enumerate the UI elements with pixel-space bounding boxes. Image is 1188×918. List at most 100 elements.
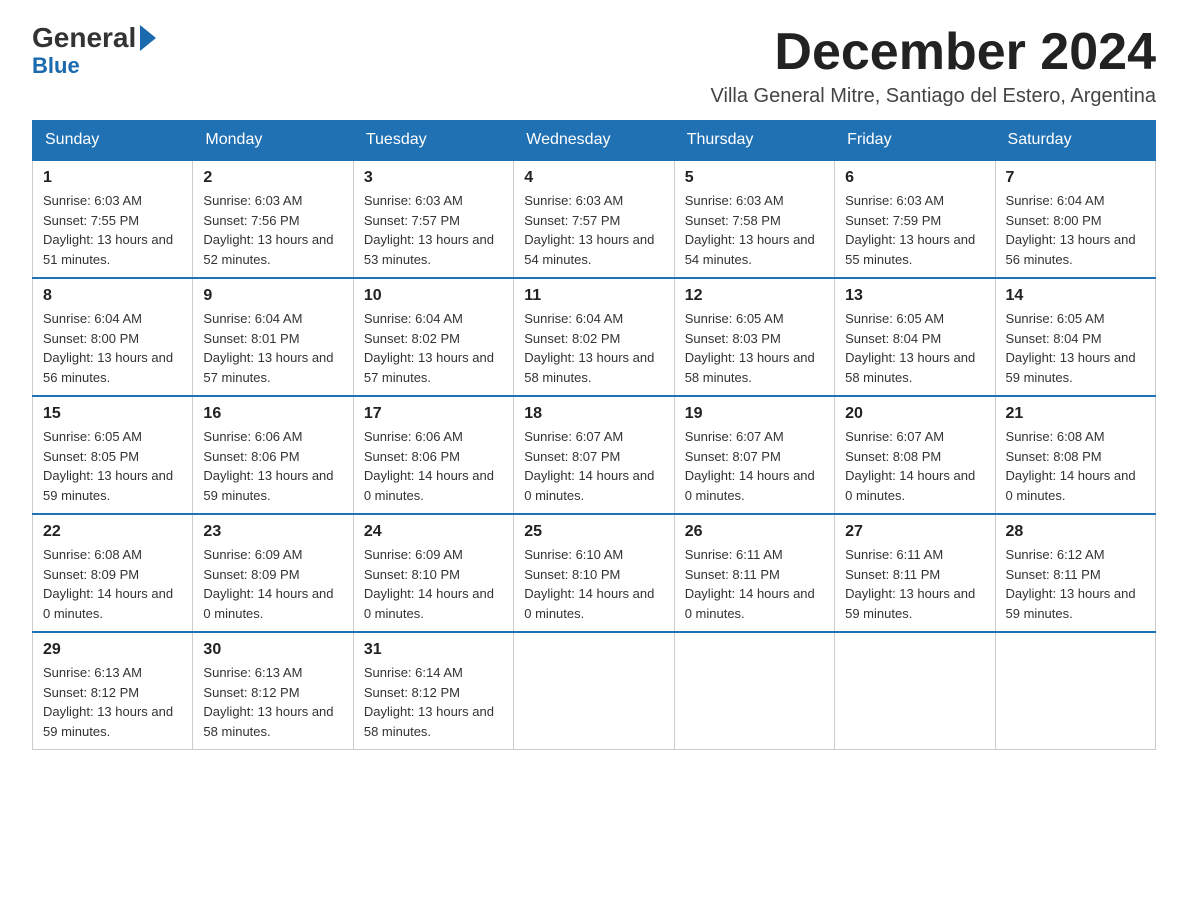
- location-subtitle: Villa General Mitre, Santiago del Estero…: [711, 85, 1156, 108]
- calendar-day-cell: 17 Sunrise: 6:06 AMSunset: 8:06 PMDayligh…: [353, 396, 513, 514]
- calendar-day-cell: 5Sunrise: 6:03 AMSunset: 7:58 PMDaylight…: [674, 160, 834, 278]
- logo: General Blue: [32, 24, 156, 77]
- day-number: 21: [1006, 405, 1145, 423]
- empty-cell: [835, 632, 995, 750]
- calendar-day-cell: 24Sunrise: 6:09 AMSunset: 8:10 PMDayligh…: [353, 514, 513, 632]
- title-area: December 2024 Villa General Mitre, Santi…: [711, 24, 1156, 108]
- day-info: Sunrise: 6:04 AMSunset: 8:01 PMDaylight:…: [203, 309, 342, 387]
- weekday-header-thursday: Thursday: [674, 121, 834, 161]
- day-number: 3: [364, 169, 503, 187]
- day-info: Sunrise: 6:05 AMSunset: 8:05 PMDaylight:…: [43, 427, 182, 505]
- calendar-day-cell: 10 Sunrise: 6:04 AMSunset: 8:02 PMDayligh…: [353, 278, 513, 396]
- day-info: Sunrise: 6:05 AMSunset: 8:03 PMDaylight:…: [685, 309, 824, 387]
- empty-cell: [674, 632, 834, 750]
- logo-general-text: General: [32, 24, 156, 53]
- day-number: 28: [1006, 523, 1145, 541]
- day-info: Sunrise: 6:08 AMSunset: 8:09 PMDaylight:…: [43, 545, 182, 623]
- day-number: 25: [524, 523, 663, 541]
- calendar-day-cell: 31 Sunrise: 6:14 AMSunset: 8:12 PMDayligh…: [353, 632, 513, 750]
- day-number: 1: [43, 169, 182, 187]
- weekday-header-row: SundayMondayTuesdayWednesdayThursdayFrid…: [33, 121, 1156, 161]
- calendar-day-cell: 14Sunrise: 6:05 AMSunset: 8:04 PMDayligh…: [995, 278, 1155, 396]
- calendar-day-cell: 15Sunrise: 6:05 AMSunset: 8:05 PMDayligh…: [33, 396, 193, 514]
- calendar-day-cell: 22 Sunrise: 6:08 AMSunset: 8:09 PMDayligh…: [33, 514, 193, 632]
- calendar-day-cell: 19 Sunrise: 6:07 AMSunset: 8:07 PMDayligh…: [674, 396, 834, 514]
- empty-cell: [514, 632, 674, 750]
- day-number: 12: [685, 287, 824, 305]
- calendar-day-cell: 12 Sunrise: 6:05 AMSunset: 8:03 PMDayligh…: [674, 278, 834, 396]
- day-info: Sunrise: 6:04 AMSunset: 8:02 PMDaylight:…: [364, 309, 503, 387]
- calendar-day-cell: 21 Sunrise: 6:08 AMSunset: 8:08 PMDayligh…: [995, 396, 1155, 514]
- day-number: 6: [845, 169, 984, 187]
- day-info: Sunrise: 6:11 AMSunset: 8:11 PMDaylight:…: [845, 545, 984, 623]
- day-number: 26: [685, 523, 824, 541]
- day-number: 30: [203, 641, 342, 659]
- day-info: Sunrise: 6:07 AMSunset: 8:07 PMDaylight:…: [685, 427, 824, 505]
- day-info: Sunrise: 6:05 AMSunset: 8:04 PMDaylight:…: [1006, 309, 1145, 387]
- day-info: Sunrise: 6:13 AMSunset: 8:12 PMDaylight:…: [43, 663, 182, 741]
- calendar-day-cell: 28Sunrise: 6:12 AMSunset: 8:11 PMDayligh…: [995, 514, 1155, 632]
- calendar-day-cell: 20 Sunrise: 6:07 AMSunset: 8:08 PMDayligh…: [835, 396, 995, 514]
- page-header: General Blue December 2024 Villa General…: [32, 24, 1156, 108]
- day-number: 16: [203, 405, 342, 423]
- calendar-header: SundayMondayTuesdayWednesdayThursdayFrid…: [33, 121, 1156, 161]
- day-number: 22: [43, 523, 182, 541]
- day-info: Sunrise: 6:07 AMSunset: 8:08 PMDaylight:…: [845, 427, 984, 505]
- calendar-week-row: 15Sunrise: 6:05 AMSunset: 8:05 PMDayligh…: [33, 396, 1156, 514]
- calendar-day-cell: 27 Sunrise: 6:11 AMSunset: 8:11 PMDayligh…: [835, 514, 995, 632]
- day-number: 5: [685, 169, 824, 187]
- day-info: Sunrise: 6:05 AMSunset: 8:04 PMDaylight:…: [845, 309, 984, 387]
- calendar-day-cell: 7Sunrise: 6:04 AMSunset: 8:00 PMDaylight…: [995, 160, 1155, 278]
- day-number: 10: [364, 287, 503, 305]
- day-info: Sunrise: 6:07 AMSunset: 8:07 PMDaylight:…: [524, 427, 663, 505]
- logo-arrow-icon: [140, 25, 156, 51]
- day-number: 8: [43, 287, 182, 305]
- day-number: 23: [203, 523, 342, 541]
- calendar-day-cell: 1 Sunrise: 6:03 AMSunset: 7:55 PMDaylight…: [33, 160, 193, 278]
- day-number: 9: [203, 287, 342, 305]
- calendar-day-cell: 13 Sunrise: 6:05 AMSunset: 8:04 PMDayligh…: [835, 278, 995, 396]
- day-number: 17: [364, 405, 503, 423]
- day-number: 7: [1006, 169, 1145, 187]
- calendar-day-cell: 4Sunrise: 6:03 AMSunset: 7:57 PMDaylight…: [514, 160, 674, 278]
- calendar-day-cell: 25 Sunrise: 6:10 AMSunset: 8:10 PMDayligh…: [514, 514, 674, 632]
- day-info: Sunrise: 6:06 AMSunset: 8:06 PMDaylight:…: [364, 427, 503, 505]
- day-info: Sunrise: 6:03 AMSunset: 7:55 PMDaylight:…: [43, 191, 182, 269]
- weekday-header-friday: Friday: [835, 121, 995, 161]
- day-number: 18: [524, 405, 663, 423]
- calendar-body: 1 Sunrise: 6:03 AMSunset: 7:55 PMDaylight…: [33, 160, 1156, 750]
- day-number: 4: [524, 169, 663, 187]
- day-number: 19: [685, 405, 824, 423]
- calendar-day-cell: 6 Sunrise: 6:03 AMSunset: 7:59 PMDaylight…: [835, 160, 995, 278]
- day-number: 20: [845, 405, 984, 423]
- day-number: 13: [845, 287, 984, 305]
- calendar-day-cell: 30Sunrise: 6:13 AMSunset: 8:12 PMDayligh…: [193, 632, 353, 750]
- calendar-day-cell: 3Sunrise: 6:03 AMSunset: 7:57 PMDaylight…: [353, 160, 513, 278]
- calendar-table: SundayMondayTuesdayWednesdayThursdayFrid…: [32, 120, 1156, 750]
- day-number: 27: [845, 523, 984, 541]
- calendar-day-cell: 11Sunrise: 6:04 AMSunset: 8:02 PMDayligh…: [514, 278, 674, 396]
- calendar-day-cell: 23 Sunrise: 6:09 AMSunset: 8:09 PMDayligh…: [193, 514, 353, 632]
- day-info: Sunrise: 6:11 AMSunset: 8:11 PMDaylight:…: [685, 545, 824, 623]
- calendar-day-cell: 26 Sunrise: 6:11 AMSunset: 8:11 PMDayligh…: [674, 514, 834, 632]
- day-info: Sunrise: 6:10 AMSunset: 8:10 PMDaylight:…: [524, 545, 663, 623]
- weekday-header-sunday: Sunday: [33, 121, 193, 161]
- day-number: 2: [203, 169, 342, 187]
- logo-blue-text: Blue: [32, 55, 80, 77]
- day-info: Sunrise: 6:03 AMSunset: 7:56 PMDaylight:…: [203, 191, 342, 269]
- weekday-header-saturday: Saturday: [995, 121, 1155, 161]
- day-info: Sunrise: 6:09 AMSunset: 8:09 PMDaylight:…: [203, 545, 342, 623]
- calendar-day-cell: 16Sunrise: 6:06 AMSunset: 8:06 PMDayligh…: [193, 396, 353, 514]
- calendar-week-row: 22 Sunrise: 6:08 AMSunset: 8:09 PMDayligh…: [33, 514, 1156, 632]
- weekday-header-tuesday: Tuesday: [353, 121, 513, 161]
- month-title: December 2024: [711, 24, 1156, 81]
- day-info: Sunrise: 6:03 AMSunset: 7:59 PMDaylight:…: [845, 191, 984, 269]
- day-info: Sunrise: 6:14 AMSunset: 8:12 PMDaylight:…: [364, 663, 503, 741]
- day-number: 31: [364, 641, 503, 659]
- calendar-day-cell: 8 Sunrise: 6:04 AMSunset: 8:00 PMDaylight…: [33, 278, 193, 396]
- weekday-header-wednesday: Wednesday: [514, 121, 674, 161]
- calendar-week-row: 1 Sunrise: 6:03 AMSunset: 7:55 PMDaylight…: [33, 160, 1156, 278]
- day-info: Sunrise: 6:04 AMSunset: 8:00 PMDaylight:…: [43, 309, 182, 387]
- day-number: 29: [43, 641, 182, 659]
- day-info: Sunrise: 6:08 AMSunset: 8:08 PMDaylight:…: [1006, 427, 1145, 505]
